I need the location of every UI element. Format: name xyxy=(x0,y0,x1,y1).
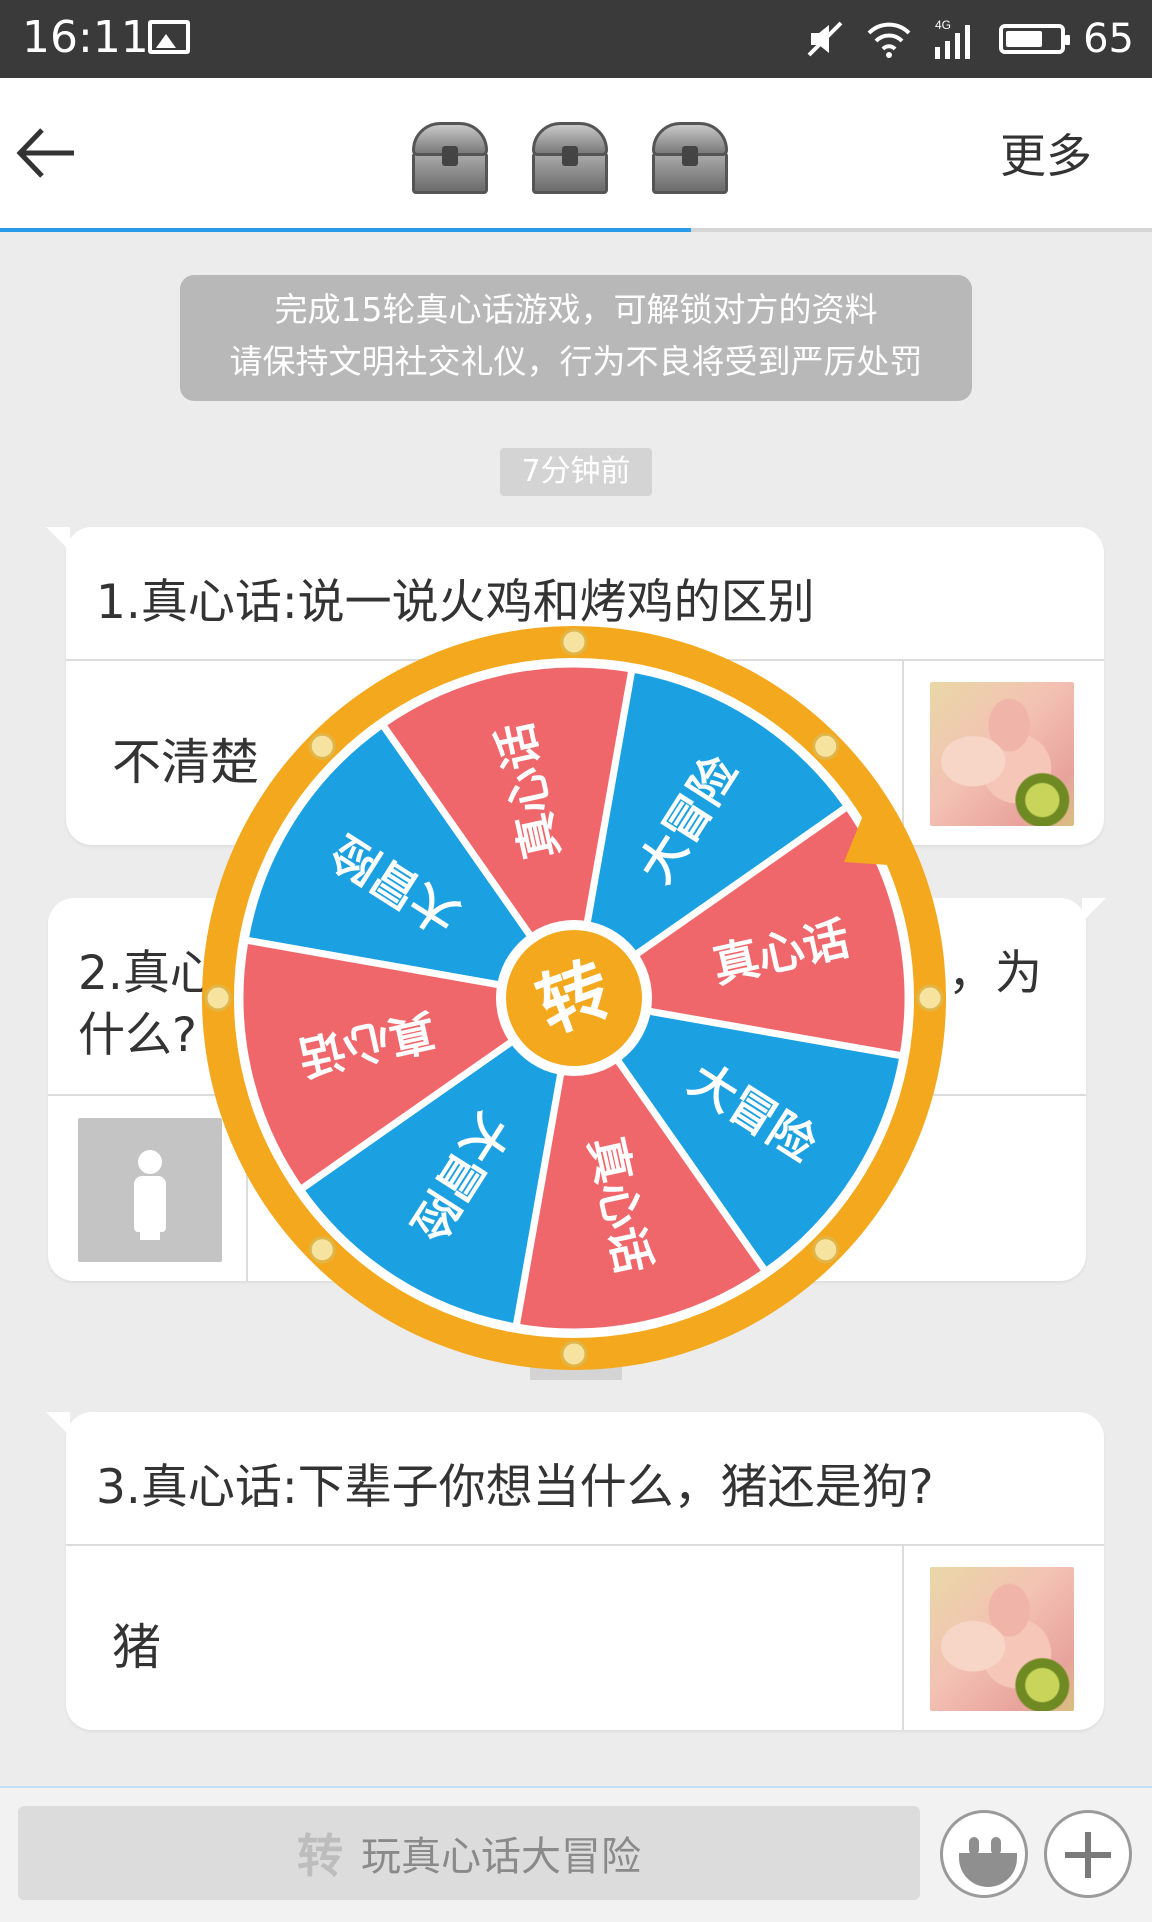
signal-4g-icon: 4G xyxy=(935,18,971,59)
question-text: 3.真心话:下辈子你想当什么，猪还是狗? xyxy=(96,1460,934,1515)
user-avatar[interactable] xyxy=(930,1567,1074,1711)
treasure-chests xyxy=(408,122,732,196)
status-bar: 16:11 4G 65 xyxy=(0,0,1152,78)
notice-line-1: 完成15轮真心话游戏，可解锁对方的资料 xyxy=(274,290,878,329)
header: 更多 xyxy=(0,78,1152,228)
wheel-rim-light xyxy=(204,984,232,1012)
truth-or-dare-wheel[interactable]: 大冒险真心话 大冒险真心话大冒险真心话大冒险真心话 转 xyxy=(198,622,950,1374)
play-button-label: 玩真心话大冒险 xyxy=(361,1834,641,1880)
battery-level: 65 xyxy=(1083,16,1134,62)
image-icon xyxy=(148,20,190,54)
arrow-left-icon[interactable] xyxy=(14,118,84,188)
plus-icon[interactable] xyxy=(1044,1810,1132,1898)
wheel-rim-light xyxy=(916,984,944,1012)
more-button[interactable]: 更多 xyxy=(1000,120,1092,186)
answer-text: 猪 xyxy=(112,1619,162,1676)
notice-line-2: 请保持文明社交礼仪，行为不良将受到严厉处罚 xyxy=(229,342,923,381)
mute-icon xyxy=(807,21,843,57)
status-time: 16:11 xyxy=(22,12,149,63)
question-text-start: 2.真心 xyxy=(78,946,217,1001)
treasure-chest-icon[interactable] xyxy=(648,122,732,196)
wheel-rim-light xyxy=(812,732,840,760)
wheel-rim-light xyxy=(308,732,336,760)
user-avatar[interactable] xyxy=(930,682,1074,826)
input-bar: 转 玩真心话大冒险 xyxy=(0,1786,1152,1922)
wheel-rim-light xyxy=(308,1236,336,1264)
question-text-end: ，为 xyxy=(948,946,1042,1001)
wifi-icon xyxy=(867,22,911,58)
wheel-rim-light xyxy=(812,1236,840,1264)
signal-label: 4G xyxy=(935,18,951,32)
treasure-chest-icon[interactable] xyxy=(408,122,492,196)
battery-icon xyxy=(999,24,1071,54)
smiley-face-icon[interactable] xyxy=(940,1810,1028,1898)
question-text-line-2: 什么? xyxy=(78,1008,197,1063)
play-truth-or-dare-button[interactable]: 转 玩真心话大冒险 xyxy=(18,1806,920,1900)
wheel-rim-light xyxy=(560,1340,588,1368)
message-timestamp: 7分钟前 xyxy=(500,448,652,496)
game-progress-bar xyxy=(0,228,1152,232)
wheel-rim-light xyxy=(560,628,588,656)
system-notice: 完成15轮真心话游戏，可解锁对方的资料 请保持文明社交礼仪，行为不良将受到严厉处… xyxy=(180,275,972,401)
game-progress-fill xyxy=(0,228,692,232)
wheel-logo-icon: 转 xyxy=(297,1829,343,1883)
question-card-3: 3.真心话:下辈子你想当什么，猪还是狗? 猪 xyxy=(46,1412,1104,1730)
treasure-chest-icon[interactable] xyxy=(528,122,612,196)
